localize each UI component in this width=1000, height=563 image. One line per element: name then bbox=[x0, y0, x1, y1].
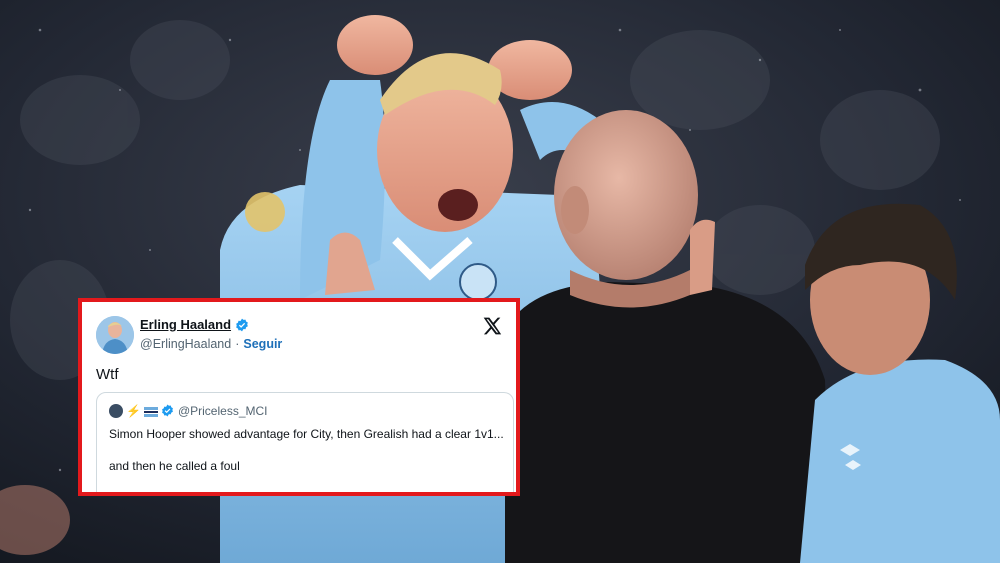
quoted-handle[interactable]: @Priceless_MCI bbox=[178, 404, 268, 418]
follow-button[interactable]: Seguir bbox=[243, 337, 282, 351]
quoted-text-line-2: and then he called a foul bbox=[109, 459, 240, 473]
author-display-name[interactable]: Erling Haaland bbox=[140, 317, 231, 332]
lightning-emoji: ⚡ bbox=[126, 404, 141, 418]
quoted-avatar[interactable] bbox=[109, 404, 123, 418]
x-logo-icon[interactable] bbox=[482, 316, 502, 336]
flag-icon bbox=[143, 406, 158, 417]
embedded-tweet-card: Erling Haaland @ErlingHaaland · Seguir W… bbox=[78, 298, 520, 496]
teammate-kit bbox=[800, 359, 1000, 563]
tweet-text: Wtf bbox=[96, 366, 119, 383]
quoted-tweet[interactable]: ⚡ @Priceless_MCI Simon Hooper showed adv… bbox=[96, 392, 514, 492]
author-avatar[interactable] bbox=[96, 316, 134, 354]
quoted-text-line-1: Simon Hooper showed advantage for City, … bbox=[109, 427, 504, 441]
verified-badge-icon bbox=[235, 318, 249, 332]
quoted-verified-badge-icon bbox=[161, 404, 175, 418]
tweet-header: Erling Haaland @ErlingHaaland · Seguir bbox=[96, 314, 506, 354]
referee-shirt bbox=[505, 282, 830, 563]
separator-dot: · bbox=[235, 337, 240, 351]
author-handle[interactable]: @ErlingHaaland bbox=[140, 337, 231, 351]
